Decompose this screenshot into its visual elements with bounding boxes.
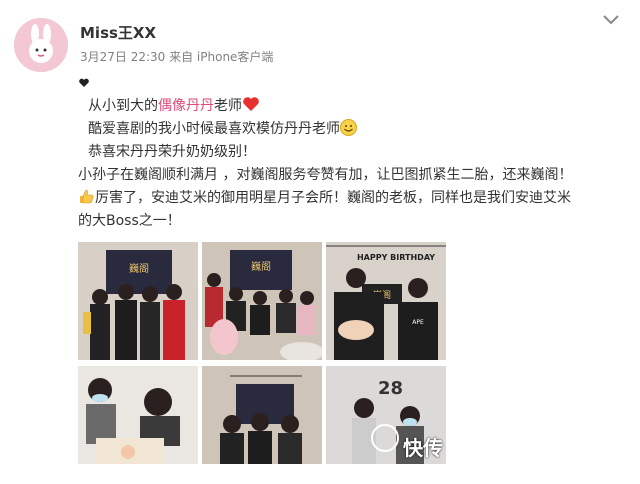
- avatar[interactable]: [14, 18, 68, 72]
- content-line-5: 厉害了，安迪艾米的御用明星月子会所！巍阁的老板，同样也是我们安迪艾米: [78, 187, 626, 210]
- content-line-3: 恭喜宋丹丹荣升奶奶级别！: [88, 144, 256, 160]
- photo-1[interactable]: 巍阁: [78, 242, 198, 360]
- content-line-4: 小孙子在巍阁顺利满月 ，对巍阁服务夸赞有加，让巴图抓紧生二胎，还来巍阁！: [78, 167, 573, 183]
- photo-4[interactable]: [78, 366, 198, 484]
- post-body: 从小到大的偶像丹丹老师 酷爱喜剧的我小时候最喜欢模仿丹丹老师 恭喜宋丹丹荣升奶奶…: [78, 72, 626, 233]
- post-meta: 3月27日 22:30 来自 iPhone客户端: [80, 50, 274, 64]
- photo-5[interactable]: [202, 366, 322, 484]
- watermark-text: 快传: [403, 436, 443, 460]
- content-line-2: 酷爱喜剧的我小时候最喜欢模仿丹丹老师: [78, 118, 626, 141]
- line1-pre: 从小到大的: [88, 98, 158, 114]
- line1-post: 老师: [214, 98, 242, 114]
- bunny-avatar-icon: [14, 18, 68, 72]
- thumbs-up-emoji-icon: [80, 189, 94, 204]
- chevron-down-icon[interactable]: [601, 12, 621, 28]
- smile-emoji-icon: [340, 119, 357, 136]
- content-line-6: 的大Boss之一！: [78, 213, 181, 229]
- photo3-banner: HAPPY BIRTHDAY: [357, 253, 435, 262]
- photo-2[interactable]: 巍阁: [202, 242, 322, 360]
- black-heart-icon: [79, 78, 89, 87]
- watermark-logo-icon: [371, 424, 399, 452]
- photo6-number: 28: [378, 378, 403, 399]
- line5-text: 厉害了，安迪艾米的御用明星月子会所！巍阁的老板，同样也是我们安迪艾米: [95, 190, 571, 206]
- red-heart-icon: [243, 97, 259, 111]
- tiny-heart-line: [78, 72, 626, 95]
- photo-3[interactable]: HAPPY BIRTHDAY 巍阁 APE: [326, 242, 446, 360]
- line2-text: 酷爱喜剧的我小时候最喜欢模仿丹丹老师: [88, 121, 340, 137]
- svg-text:APE: APE: [412, 319, 424, 326]
- idol-link[interactable]: 偶像丹丹: [158, 98, 214, 114]
- content-line-1: 从小到大的偶像丹丹老师: [78, 95, 626, 118]
- author-name[interactable]: Miss王XX: [80, 22, 156, 43]
- photo2-sign: 巍阁: [251, 260, 271, 273]
- photo1-sign: 巍阁: [129, 262, 149, 275]
